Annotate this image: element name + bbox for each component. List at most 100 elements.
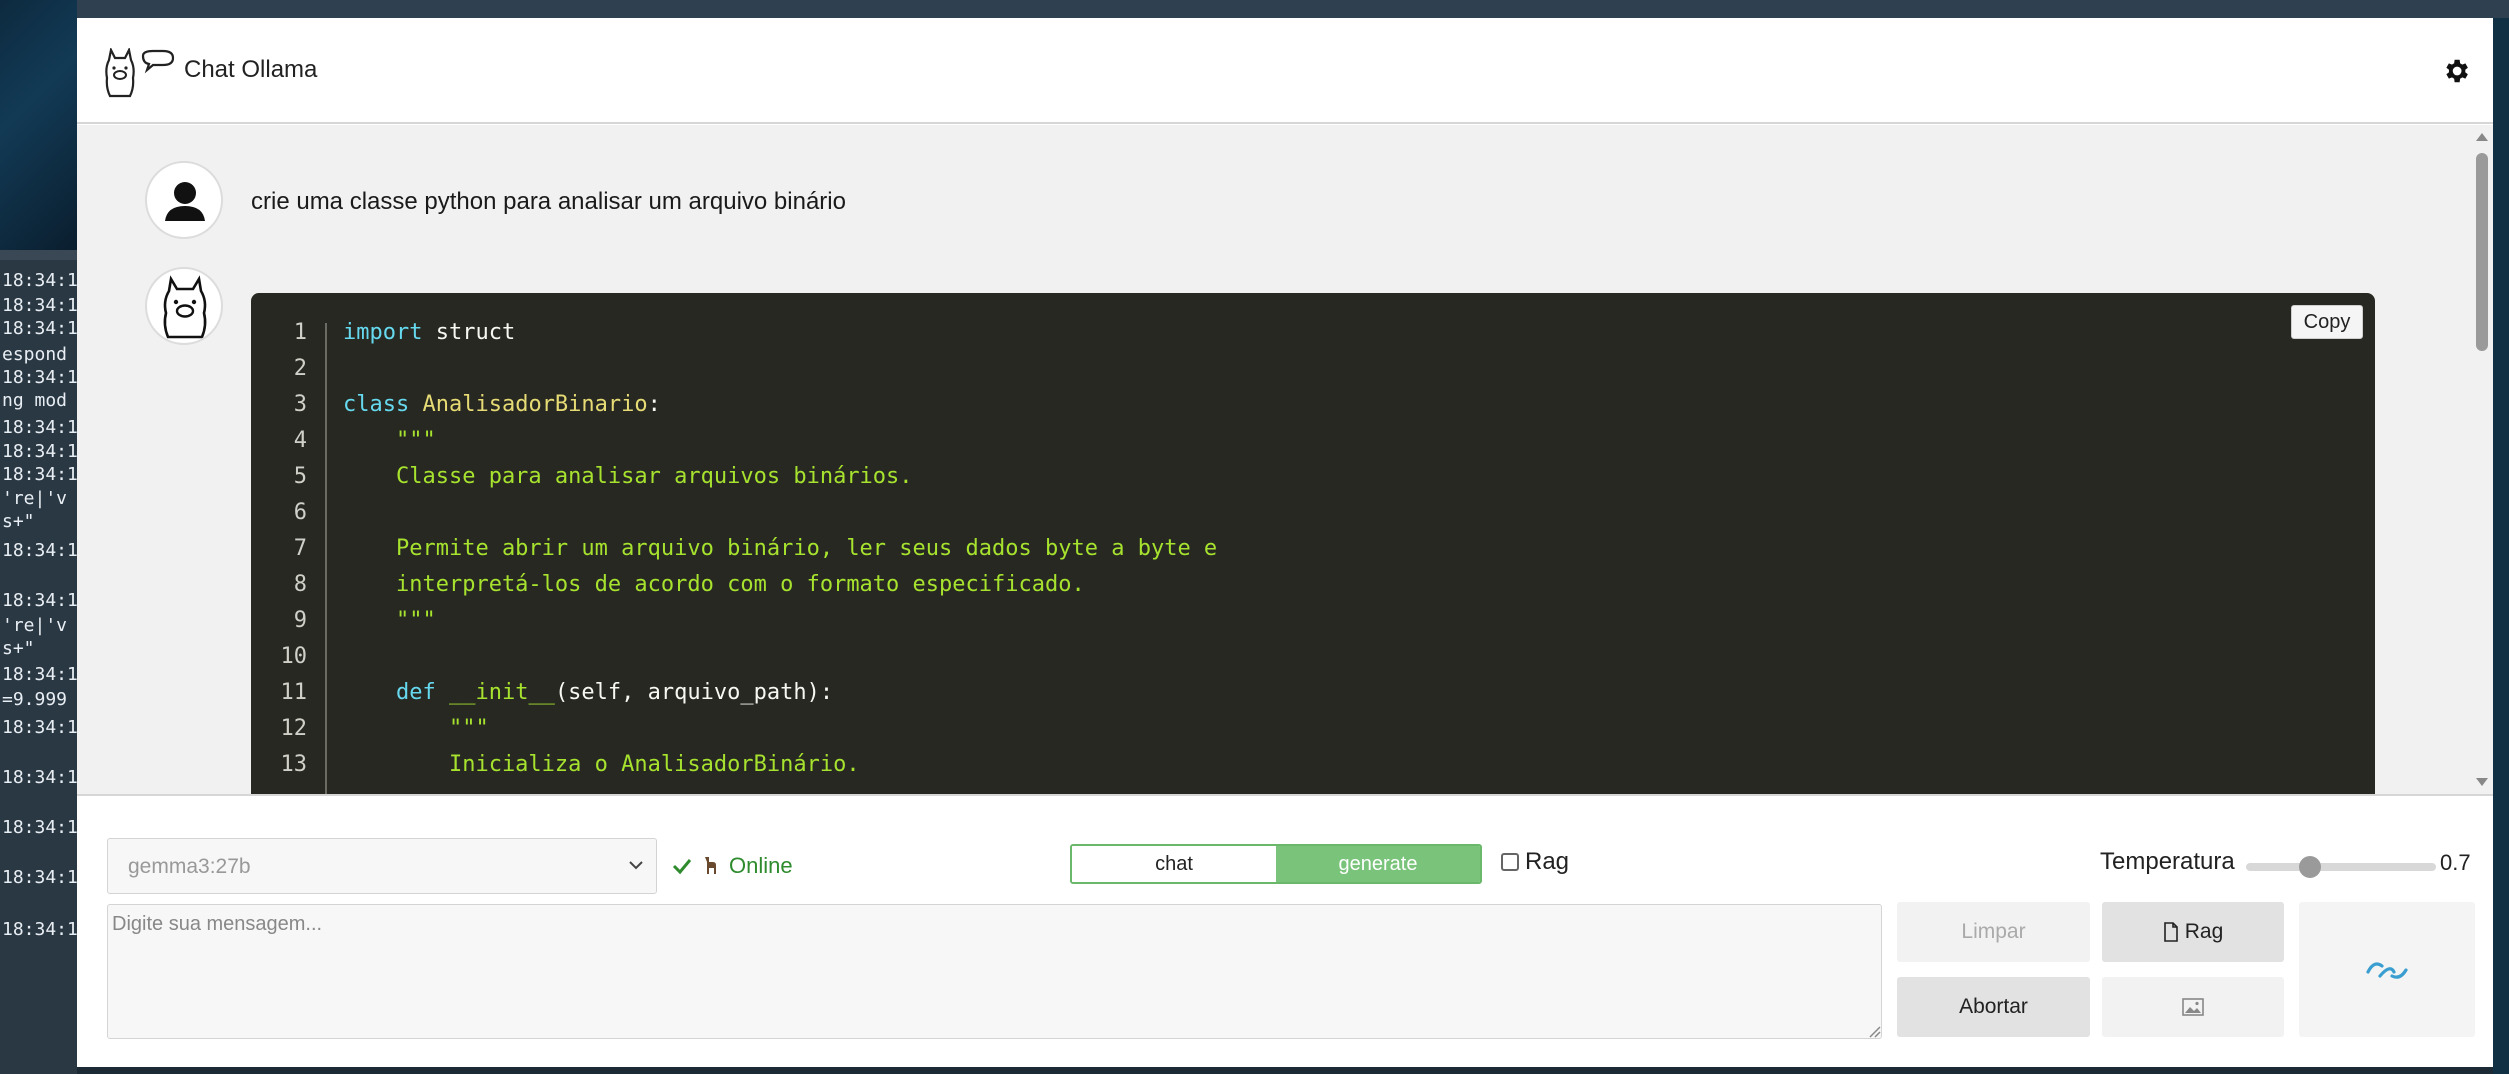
input-controls: gemma3:27b Online chat generate Rag Temp… <box>77 794 2493 1067</box>
send-button[interactable] <box>2299 902 2475 1037</box>
code-token: __init__ <box>448 680 555 705</box>
line-number: 2 <box>293 356 307 381</box>
code-line: 2 <box>251 351 2375 387</box>
code-token: Inicializa o AnalisadorBinário. <box>343 752 860 777</box>
code-line: 8 interpretá-los de acordo com o formato… <box>251 567 2375 603</box>
code-text: import struct <box>343 315 515 351</box>
code-text: """ <box>343 711 489 747</box>
message-input[interactable] <box>107 904 1882 1039</box>
line-number: 5 <box>293 464 307 489</box>
file-icon <box>2163 922 2178 942</box>
mode-toggle: chat generate <box>1070 844 1482 884</box>
temperature-slider-track[interactable] <box>2246 863 2436 871</box>
llama-chat-icon <box>105 48 175 98</box>
code-token: def <box>343 680 436 705</box>
clear-button[interactable]: Limpar <box>1897 902 2090 962</box>
code-text: interpretá-los de acordo com o formato e… <box>343 567 1085 603</box>
code-token: : <box>647 392 661 417</box>
mode-tab-generate[interactable]: generate <box>1276 846 1480 882</box>
terminal-line: 18:34:1 <box>2 417 77 438</box>
terminal-line: espond <box>2 344 68 365</box>
line-number: 10 <box>280 644 308 669</box>
scroll-up-arrow-icon[interactable] <box>2476 133 2488 141</box>
terminal-line: 18:34:1 <box>2 867 77 888</box>
code-line: 11 def __init__(self, arquivo_path): <box>251 675 2375 711</box>
loading-spinner-icon <box>2366 961 2408 979</box>
line-number: 1 <box>293 320 307 345</box>
code-line: 10 <box>251 639 2375 675</box>
line-number: 3 <box>293 392 307 417</box>
image-upload-button[interactable] <box>2102 977 2284 1037</box>
app-title: Chat Ollama <box>184 56 318 83</box>
code-token: import <box>343 320 423 345</box>
chevron-down-icon <box>629 861 643 870</box>
code-line: 4 """ <box>251 423 2375 459</box>
terminal-line: 18:34:1 <box>2 919 77 940</box>
code-text: Classe para analisar arquivos binários. <box>343 459 913 495</box>
temperature-slider-thumb[interactable] <box>2299 856 2321 878</box>
scroll-thumb[interactable] <box>2476 153 2488 351</box>
terminal-line: 18:34:1 <box>2 464 77 485</box>
terminal-line: 're|'v <box>2 615 68 636</box>
code-token: Permite abrir um arquivo binário, ler se… <box>343 536 1218 561</box>
code-text: def __init__(self, arquivo_path): <box>343 675 833 711</box>
line-number: 4 <box>293 428 307 453</box>
chat-scrollbar[interactable] <box>2471 125 2493 794</box>
terminal-line: 're|'v <box>2 488 68 509</box>
code-token: interpretá-los de acordo com o formato e… <box>343 572 1085 597</box>
desktop-top-bar <box>0 0 2509 18</box>
terminal-line: 18:34:1 <box>2 717 77 738</box>
line-number: 13 <box>280 752 308 777</box>
app-header: Chat Ollama <box>77 18 2493 124</box>
terminal-line: 18:34:1 <box>2 817 77 838</box>
line-number: 6 <box>293 500 307 525</box>
terminal-titlebar <box>0 250 77 260</box>
resize-grip-icon[interactable] <box>1867 1024 1881 1038</box>
connection-status: Online <box>671 848 793 884</box>
mode-tab-chat[interactable]: chat <box>1072 846 1276 882</box>
check-icon <box>672 859 692 875</box>
terminal-line: 18:34:1 <box>2 441 77 462</box>
abort-button[interactable]: Abortar <box>1897 977 2090 1037</box>
model-select[interactable]: gemma3:27b <box>107 838 657 894</box>
line-number: 7 <box>293 536 307 561</box>
code-text: Permite abrir um arquivo binário, ler se… <box>343 531 1217 567</box>
terminal-line: 18:34:1 <box>2 664 77 685</box>
code-line: 1 import struct <box>251 315 2375 351</box>
gear-icon[interactable] <box>2441 56 2471 86</box>
code-text: Inicializa o AnalisadorBinário. <box>343 747 860 783</box>
code-text: """ <box>343 423 436 459</box>
terminal-line: 18:34:1 <box>2 540 77 561</box>
code-token: """ <box>343 428 436 453</box>
code-token: """ <box>343 716 489 741</box>
chat-history[interactable]: crie uma classe python para analisar um … <box>77 125 2493 794</box>
code-token: Classe para analisar arquivos binários. <box>343 464 913 489</box>
terminal-line: 18:34:1 <box>2 318 77 339</box>
terminal-line: 18:34:1 <box>2 270 77 291</box>
chat-ollama-window: Chat Ollama crie uma classe python para … <box>77 18 2493 1067</box>
temperature-label: Temperatura <box>2100 848 2235 875</box>
code-token: class <box>343 392 410 417</box>
terminal-line: 18:34:1 <box>2 295 77 316</box>
rag-checkbox-group[interactable]: Rag <box>1501 848 1569 876</box>
image-icon <box>2182 998 2204 1016</box>
code-token: (self, arquivo_path): <box>554 680 834 705</box>
scroll-down-arrow-icon[interactable] <box>2476 778 2488 786</box>
code-line: 9 """ <box>251 603 2375 639</box>
user-avatar <box>145 161 223 239</box>
assistant-avatar <box>145 267 223 345</box>
code-line: 6 <box>251 495 2375 531</box>
code-token: AnalisadorBinario <box>422 392 648 417</box>
desktop-wallpaper <box>0 0 77 250</box>
code-token: struct <box>422 320 516 345</box>
code-line: 3 class AnalisadorBinario: <box>251 387 2375 423</box>
code-token: """ <box>343 608 436 633</box>
terminal-line: s+" <box>2 638 35 659</box>
rag-upload-button[interactable]: Rag <box>2102 902 2284 962</box>
rag-checkbox[interactable] <box>1501 853 1519 871</box>
code-line: 5 Classe para analisar arquivos binários… <box>251 459 2375 495</box>
user-message: crie uma classe python para analisar um … <box>251 188 846 215</box>
code-text: """ <box>343 603 436 639</box>
llama-icon <box>163 275 207 339</box>
